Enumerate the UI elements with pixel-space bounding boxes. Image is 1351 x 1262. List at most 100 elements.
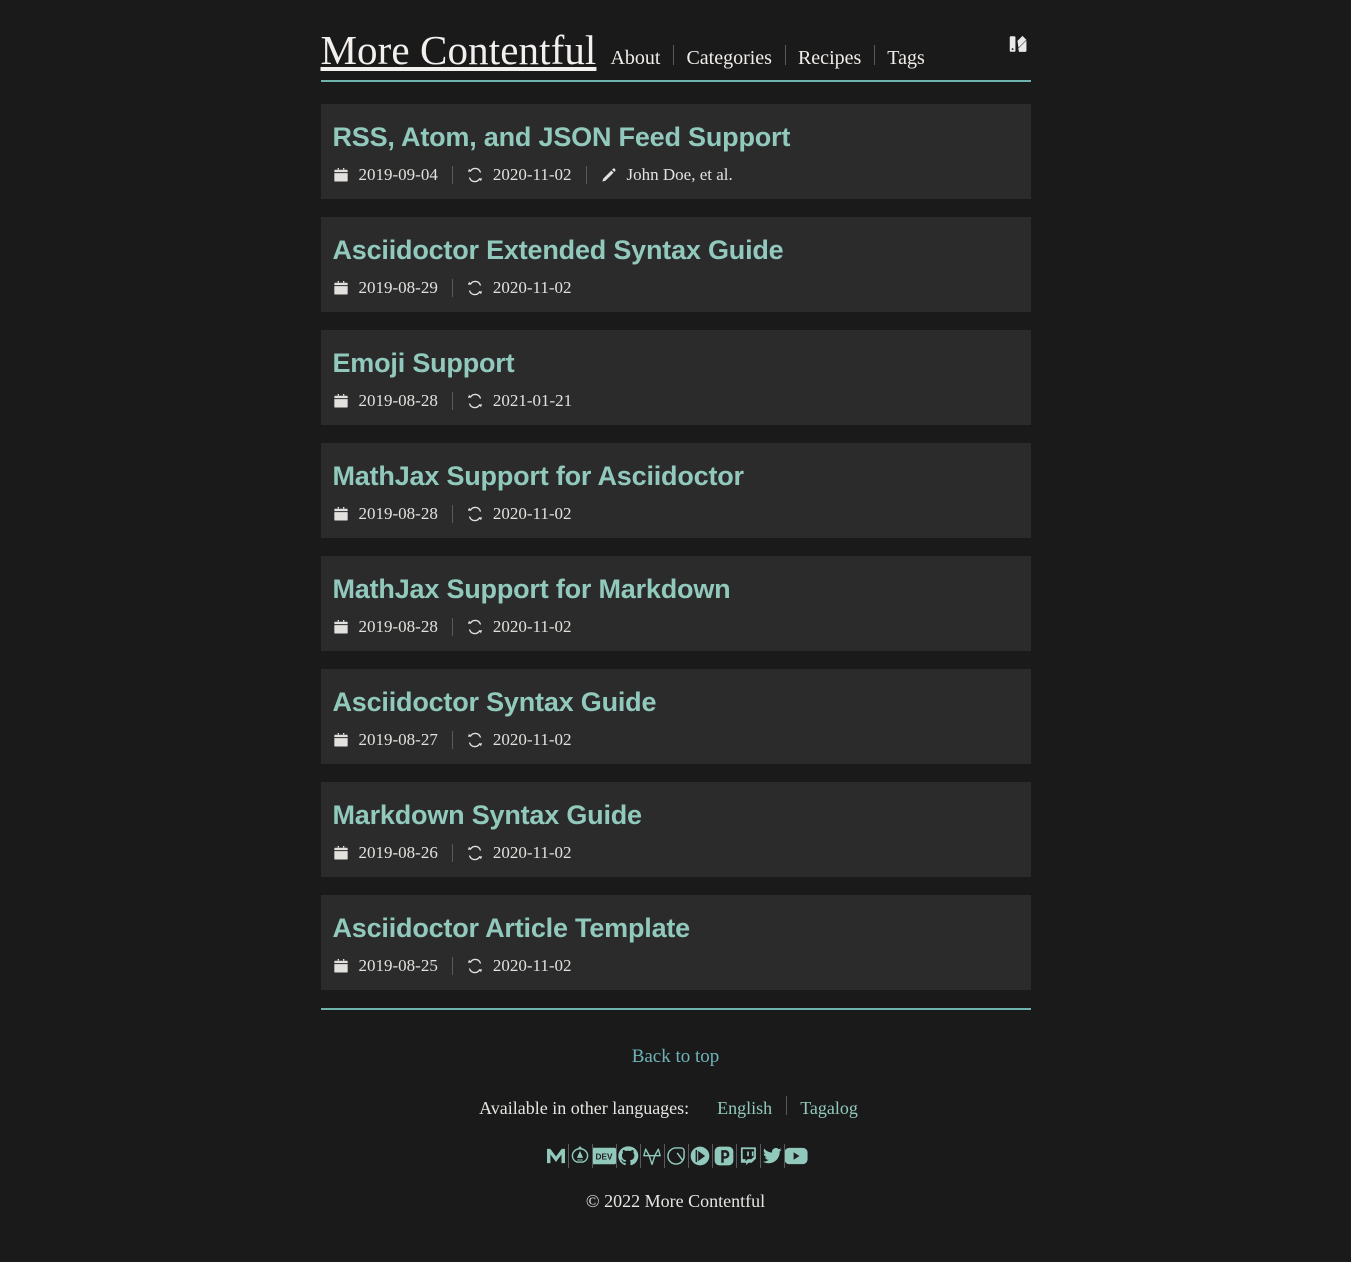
article-author: John Doe, et al. bbox=[585, 165, 747, 185]
updated-date: 2020-11-02 bbox=[451, 617, 586, 637]
sync-icon bbox=[467, 619, 484, 636]
header-divider bbox=[320, 80, 1031, 82]
article-card[interactable]: MathJax Support for Asciidoctor 2019-08-… bbox=[320, 443, 1031, 539]
social-link-gmail[interactable] bbox=[544, 1143, 568, 1169]
gmail-icon bbox=[545, 1145, 567, 1167]
copyright-text: © 2022 More Contentful bbox=[585, 1191, 766, 1212]
calendar-icon bbox=[333, 845, 350, 862]
sync-icon bbox=[467, 506, 484, 523]
nav-item-tags[interactable]: Tags bbox=[874, 45, 937, 68]
sync-icon bbox=[467, 958, 484, 975]
article-card[interactable]: Markdown Syntax Guide 2019-08-26 2020-11… bbox=[320, 782, 1031, 878]
published-date: 2019-08-28 bbox=[333, 391, 452, 411]
updated-date-text: 2020-11-02 bbox=[492, 843, 572, 863]
social-link-gitea[interactable] bbox=[663, 1143, 688, 1169]
social-link-github[interactable] bbox=[615, 1143, 640, 1169]
updated-date: 2020-11-02 bbox=[451, 504, 586, 524]
updated-date: 2020-11-02 bbox=[451, 730, 586, 750]
updated-date-text: 2020-11-02 bbox=[492, 730, 572, 750]
published-date: 2019-08-28 bbox=[333, 617, 452, 637]
theme-toggle-button[interactable] bbox=[1005, 32, 1031, 58]
calendar-icon bbox=[333, 167, 350, 184]
article-author-text: John Doe, et al. bbox=[626, 165, 733, 185]
calendar-icon bbox=[333, 619, 350, 636]
nav-item-about[interactable]: About bbox=[610, 48, 673, 68]
updated-date-text: 2021-01-21 bbox=[492, 391, 573, 411]
sync-icon bbox=[467, 845, 484, 862]
nav-item-categories[interactable]: Categories bbox=[673, 45, 785, 68]
sync-icon bbox=[467, 167, 484, 184]
language-switcher: Available in other languages: English Ta… bbox=[321, 1096, 1031, 1119]
social-link-devto[interactable]: DEV bbox=[591, 1143, 616, 1169]
article-title: MathJax Support for Asciidoctor bbox=[332, 461, 745, 492]
social-link-pixelfed[interactable] bbox=[711, 1143, 736, 1169]
github-icon bbox=[617, 1145, 639, 1167]
article-card[interactable]: RSS, Atom, and JSON Feed Support 2019-09… bbox=[320, 104, 1031, 200]
published-date: 2019-08-27 bbox=[333, 730, 452, 750]
gitea-icon bbox=[665, 1145, 687, 1167]
main-nav: About Categories Recipes Tags bbox=[610, 32, 937, 68]
updated-date: 2020-11-02 bbox=[451, 278, 586, 298]
social-link-youtube[interactable] bbox=[783, 1143, 808, 1169]
article-meta: 2019-08-28 2020-11-02 bbox=[333, 617, 1019, 637]
social-links: DEV bbox=[321, 1143, 1031, 1169]
article-card[interactable]: Asciidoctor Syntax Guide 2019-08-27 2020… bbox=[320, 669, 1031, 765]
calendar-icon bbox=[333, 393, 350, 410]
codeberg-icon bbox=[569, 1145, 591, 1167]
pencil-icon bbox=[601, 167, 618, 184]
article-title: MathJax Support for Markdown bbox=[332, 574, 731, 605]
article-meta: 2019-08-28 2021-01-21 bbox=[333, 391, 1019, 411]
palette-icon bbox=[1007, 33, 1029, 58]
updated-date: 2020-11-02 bbox=[451, 165, 586, 185]
language-link-english[interactable]: English bbox=[703, 1098, 786, 1119]
article-title: Asciidoctor Syntax Guide bbox=[332, 687, 657, 718]
updated-date-text: 2020-11-02 bbox=[492, 617, 572, 637]
social-link-twitter[interactable] bbox=[759, 1143, 784, 1169]
site-footer: Back to top Available in other languages… bbox=[321, 1010, 1031, 1232]
updated-date: 2020-11-02 bbox=[451, 956, 586, 976]
published-date-text: 2019-08-27 bbox=[358, 730, 438, 750]
twitch-icon bbox=[737, 1145, 759, 1167]
page-container: More Contentful About Categories Recipes… bbox=[320, 0, 1031, 1232]
updated-date: 2021-01-21 bbox=[451, 391, 586, 411]
published-date: 2019-08-28 bbox=[333, 504, 452, 524]
article-meta: 2019-08-25 2020-11-02 bbox=[333, 956, 1019, 976]
published-date-text: 2019-08-28 bbox=[358, 504, 438, 524]
published-date-text: 2019-08-28 bbox=[358, 617, 438, 637]
sync-icon bbox=[467, 280, 484, 297]
article-meta: 2019-08-27 2020-11-02 bbox=[333, 730, 1019, 750]
article-card[interactable]: MathJax Support for Markdown 2019-08-28 … bbox=[320, 556, 1031, 652]
social-link-peertube[interactable] bbox=[687, 1143, 712, 1169]
article-title: Emoji Support bbox=[332, 348, 515, 379]
language-link-tagalog[interactable]: Tagalog bbox=[786, 1096, 872, 1119]
published-date-text: 2019-08-29 bbox=[358, 278, 438, 298]
published-date-text: 2019-08-25 bbox=[358, 956, 438, 976]
article-meta: 2019-09-04 2020-11-02 John Doe, et al. bbox=[333, 165, 1019, 185]
updated-date-text: 2020-11-02 bbox=[492, 278, 572, 298]
site-title[interactable]: More Contentful bbox=[321, 14, 597, 71]
calendar-icon bbox=[333, 732, 350, 749]
article-card[interactable]: Asciidoctor Article Template 2019-08-25 … bbox=[320, 895, 1031, 991]
calendar-icon bbox=[333, 958, 350, 975]
article-title: Asciidoctor Article Template bbox=[332, 913, 691, 944]
published-date: 2019-09-04 bbox=[333, 165, 452, 185]
nav-item-recipes[interactable]: Recipes bbox=[784, 45, 874, 68]
article-card[interactable]: Emoji Support 2019-08-28 2021-01-21 bbox=[320, 330, 1031, 426]
published-date: 2019-08-26 bbox=[333, 843, 452, 863]
updated-date-text: 2020-11-02 bbox=[492, 504, 572, 524]
social-link-twitch[interactable] bbox=[735, 1143, 760, 1169]
back-to-top-link[interactable]: Back to top bbox=[632, 1046, 720, 1068]
article-title: Asciidoctor Extended Syntax Guide bbox=[332, 235, 784, 266]
peertube-icon bbox=[689, 1145, 711, 1167]
article-title: RSS, Atom, and JSON Feed Support bbox=[332, 122, 791, 152]
languages-label: Available in other languages: bbox=[479, 1098, 690, 1119]
article-list: RSS, Atom, and JSON Feed Support 2019-09… bbox=[320, 104, 1031, 991]
social-link-gitlab[interactable] bbox=[639, 1143, 664, 1169]
calendar-icon bbox=[333, 506, 350, 523]
article-meta: 2019-08-26 2020-11-02 bbox=[333, 843, 1019, 863]
article-card[interactable]: Asciidoctor Extended Syntax Guide 2019-0… bbox=[320, 217, 1031, 313]
social-link-codeberg[interactable] bbox=[567, 1143, 592, 1169]
article-meta: 2019-08-29 2020-11-02 bbox=[333, 278, 1019, 298]
updated-date: 2020-11-02 bbox=[451, 843, 586, 863]
updated-date-text: 2020-11-02 bbox=[492, 165, 572, 185]
